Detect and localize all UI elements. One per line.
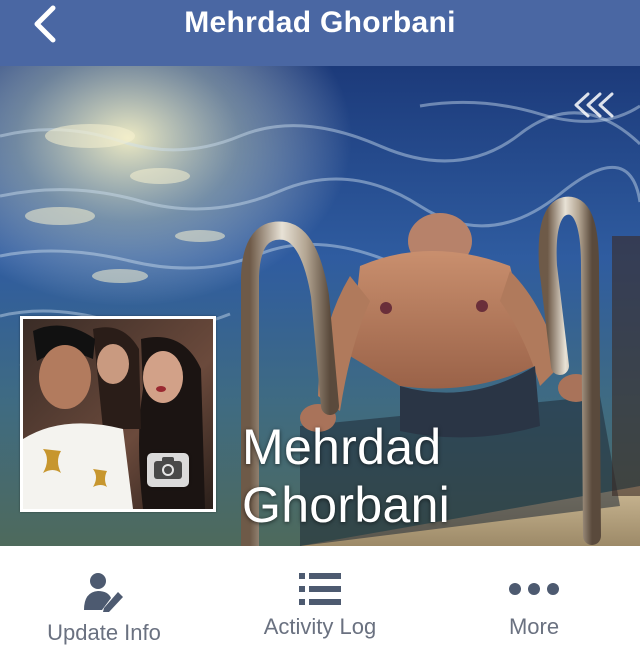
activity-log-label: Activity Log [263,614,377,639]
profile-name-first: Mehrdad [242,419,442,475]
ellipsis-icon [508,572,560,606]
camera-icon [153,456,183,485]
change-photo-button[interactable] [147,453,189,487]
more-label: More [508,614,560,639]
profile-actions-bar: Update Info Activity Log More [0,546,640,645]
avatar [23,319,213,509]
profile-picture[interactable] [20,316,216,512]
collapse-button[interactable] [570,88,620,122]
update-info-button[interactable]: Update Info [4,546,204,645]
more-button[interactable]: More [434,546,634,640]
navigation-bar: Mehrdad Ghorbani [0,0,640,67]
profile-name-last: Ghorbani [242,477,451,533]
page-title: Mehrdad Ghorbani [184,6,456,39]
update-info-label: Update Info [47,620,161,645]
person-pencil-icon [82,572,126,612]
activity-log-button[interactable]: Activity Log [220,546,420,640]
list-icon [298,572,342,606]
profile-name: Mehrdad Ghorbani [242,418,542,534]
